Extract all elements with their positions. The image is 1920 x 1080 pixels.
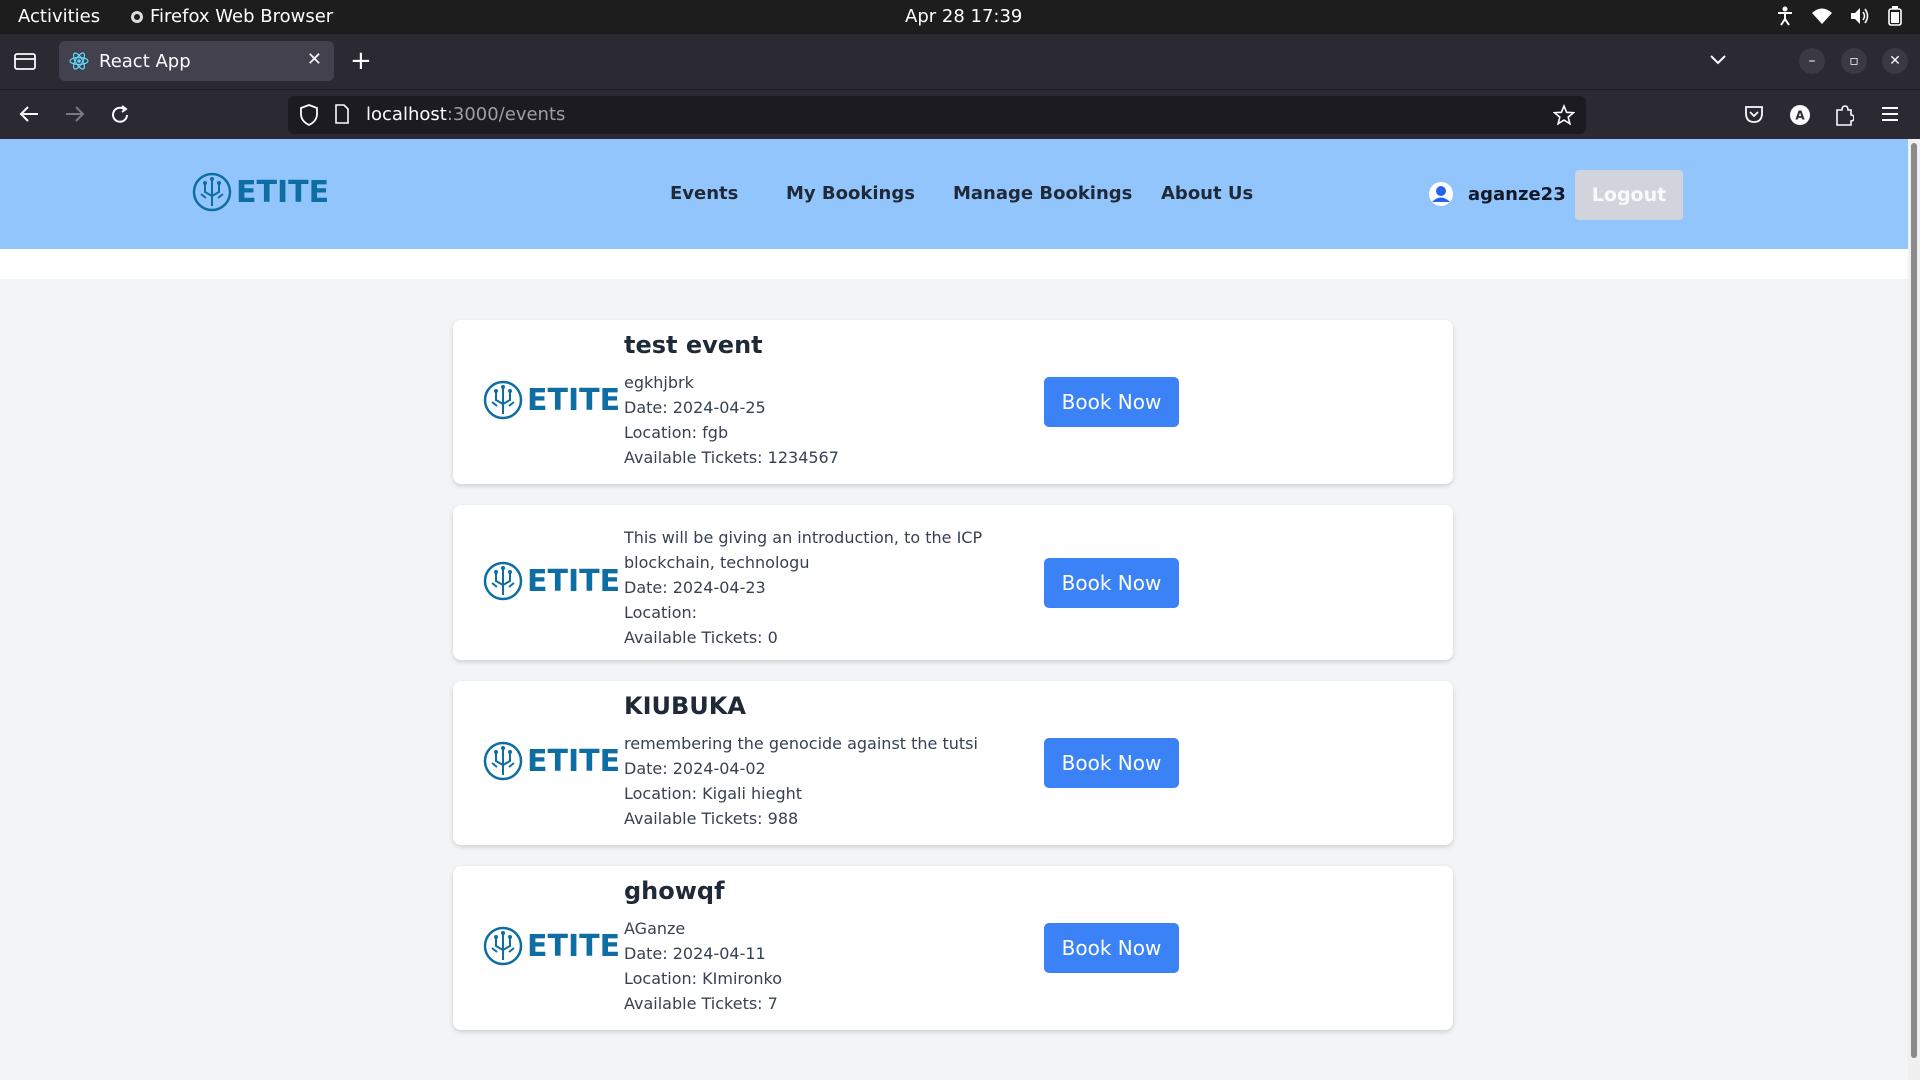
react-icon — [69, 52, 89, 70]
accessibility-icon — [1778, 6, 1792, 26]
activities-button[interactable]: Activities — [18, 6, 100, 27]
app-name-label: Firefox Web Browser — [150, 6, 334, 27]
site-header: ETITE Events My Bookings Manage Bookings… — [0, 139, 1908, 249]
event-description: egkhjbrk — [624, 373, 694, 392]
event-description: AGanze — [624, 919, 686, 938]
event-date: Date: 2024-04-02 — [624, 759, 766, 778]
event-description: This will be giving an introduction, to … — [624, 528, 983, 572]
nav-about-us[interactable]: About Us — [1161, 183, 1253, 204]
event-info: This will be giving an introduction, to … — [624, 525, 1024, 650]
event-logo: ETITE — [483, 380, 620, 420]
user-info: aganze23 — [1428, 181, 1566, 207]
event-tickets: Available Tickets: 1234567 — [624, 448, 839, 467]
system-top-bar: Activities Firefox Web Browser Apr 28 17… — [0, 0, 1920, 34]
firefox-view-icon[interactable] — [14, 51, 36, 71]
event-info: test event egkhjbrk Date: 2024-04-25 Loc… — [624, 330, 839, 470]
tab-title: React App — [99, 50, 191, 72]
etite-logo-icon — [483, 926, 523, 966]
event-card: ETITE test event egkhjbrk Date: 2024-04-… — [453, 320, 1453, 484]
logo-text: ETITE — [527, 928, 621, 964]
back-icon[interactable] — [18, 104, 40, 124]
logout-button[interactable]: Logout — [1575, 170, 1683, 220]
clock[interactable]: Apr 28 17:39 — [905, 6, 1022, 27]
event-date: Date: 2024-04-11 — [624, 944, 766, 963]
event-description: remembering the genocide against the tut… — [624, 734, 978, 753]
book-now-button[interactable]: Book Now — [1044, 923, 1179, 973]
logo-text: ETITE — [527, 563, 621, 599]
navigation-toolbar: localhost:3000/events A — [0, 89, 1920, 139]
svg-text:A: A — [1795, 109, 1805, 123]
nav-my-bookings[interactable]: My Bookings — [786, 183, 915, 204]
new-tab-icon[interactable]: + — [350, 46, 372, 76]
forward-icon[interactable] — [64, 104, 86, 124]
reload-icon[interactable] — [109, 104, 131, 126]
page-content: ETITE Events My Bookings Manage Bookings… — [0, 139, 1908, 1080]
scrollbar-thumb[interactable] — [1911, 143, 1917, 1058]
event-title: KIUBUKA — [624, 692, 746, 720]
event-tickets: Available Tickets: 0 — [624, 628, 778, 647]
url-text: localhost:3000/events — [366, 104, 565, 125]
book-now-button[interactable]: Book Now — [1044, 558, 1179, 608]
user-icon — [1429, 182, 1453, 206]
minimize-icon[interactable]: – — [1799, 48, 1825, 74]
event-date: Date: 2024-04-25 — [624, 398, 766, 417]
system-tray[interactable] — [1776, 6, 1902, 26]
logo-text: ETITE — [527, 382, 621, 418]
url-path: :3000/events — [446, 104, 566, 125]
close-window-icon[interactable]: ✕ — [1882, 48, 1908, 74]
event-card: ETITE ghowqf AGanze Date: 2024-04-11 Loc… — [453, 866, 1453, 1030]
event-tickets: Available Tickets: 988 — [624, 809, 799, 828]
event-logo: ETITE — [483, 926, 620, 966]
maximize-icon[interactable]: ▫ — [1841, 48, 1867, 74]
hamburger-menu-icon[interactable] — [1880, 106, 1900, 122]
event-tickets: Available Tickets: 7 — [624, 994, 778, 1013]
event-location: Location: — [624, 603, 698, 622]
nav-events[interactable]: Events — [670, 183, 738, 204]
bookmark-star-icon[interactable] — [1553, 104, 1575, 126]
etite-logo-icon — [483, 561, 523, 601]
book-now-button[interactable]: Book Now — [1044, 738, 1179, 788]
etite-logo-icon — [483, 741, 523, 781]
firefox-icon — [131, 10, 143, 23]
tab-react-app[interactable]: React App ✕ — [59, 41, 334, 81]
tab-strip: React App ✕ + – ▫ ✕ — [0, 34, 1920, 89]
event-location: Location: Kigali hieght — [624, 784, 803, 803]
event-title: test event — [624, 331, 763, 359]
site-logo[interactable]: ETITE — [192, 172, 329, 212]
url-host: localhost — [366, 104, 447, 125]
header-spacer — [0, 249, 1908, 279]
etite-logo-icon — [483, 380, 523, 420]
event-logo: ETITE — [483, 561, 620, 601]
extensions-icon[interactable] — [1834, 104, 1854, 126]
pocket-icon[interactable] — [1744, 104, 1764, 124]
account-avatar-icon[interactable]: A — [1789, 104, 1811, 126]
logo-text: ETITE — [527, 743, 621, 779]
nav-manage-bookings[interactable]: Manage Bookings — [953, 183, 1132, 204]
tracking-protection-shield-icon[interactable] — [300, 104, 318, 126]
logo-text: ETITE — [236, 174, 330, 210]
page-scrollbar[interactable] — [1908, 139, 1920, 1080]
username: aganze23 — [1468, 183, 1566, 205]
event-info: ghowqf AGanze Date: 2024-04-11 Location:… — [624, 876, 782, 1016]
event-logo: ETITE — [483, 741, 620, 781]
event-date: Date: 2024-04-23 — [624, 578, 766, 597]
event-card: ETITE KIUBUKA remembering the genocide a… — [453, 681, 1453, 845]
close-tab-icon[interactable]: ✕ — [307, 49, 322, 70]
app-menu[interactable]: Firefox Web Browser — [130, 6, 333, 27]
event-info: KIUBUKA remembering the genocide against… — [624, 691, 978, 831]
event-title: ghowqf — [624, 877, 725, 905]
etite-logo-icon — [192, 172, 232, 212]
book-now-button[interactable]: Book Now — [1044, 377, 1179, 427]
event-location: Location: fgb — [624, 423, 729, 442]
event-card: ETITE This will be giving an introductio… — [453, 505, 1453, 660]
list-all-tabs-icon[interactable] — [1709, 54, 1727, 66]
address-bar[interactable]: localhost:3000/events — [288, 96, 1586, 134]
battery-icon — [1888, 6, 1902, 26]
event-location: Location: KImironko — [624, 969, 783, 988]
volume-icon — [1851, 8, 1869, 24]
wifi-icon — [1812, 8, 1832, 24]
page-info-icon[interactable] — [334, 104, 350, 124]
